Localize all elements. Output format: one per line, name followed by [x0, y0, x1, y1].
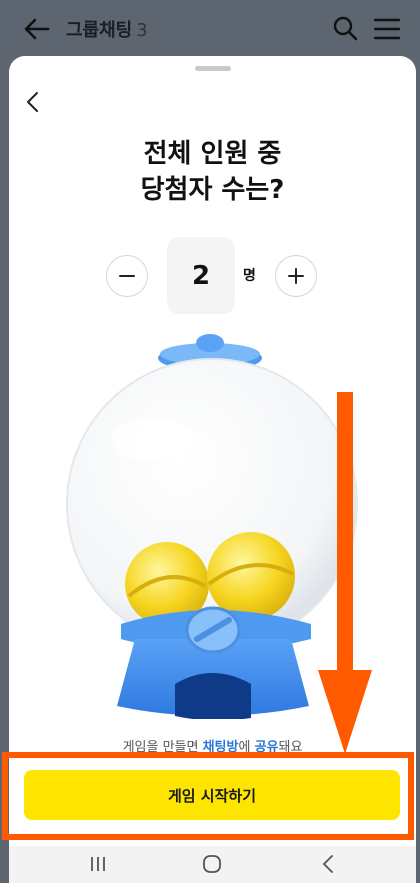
count-unit: 명: [243, 268, 256, 284]
page-title: 전체 인원 중 당첨자 수는?: [9, 136, 416, 208]
increase-button[interactable]: [275, 255, 317, 297]
member-count: 3: [136, 20, 148, 41]
plus-icon: [288, 268, 304, 284]
chevron-left-icon[interactable]: [23, 90, 43, 114]
chat-title: 그룹채팅 3: [66, 16, 148, 42]
minus-icon: [119, 275, 135, 277]
home-icon[interactable]: [202, 854, 222, 874]
app-bar: 그룹채팅 3: [0, 0, 420, 58]
winner-count-value[interactable]: 2: [167, 237, 235, 314]
sheet-drag-handle[interactable]: [195, 66, 231, 71]
hamburger-menu-icon[interactable]: [373, 16, 401, 42]
system-nav-bar: [9, 846, 416, 883]
headline-line-2: 당첨자 수는?: [140, 175, 285, 205]
annotation-arrow-icon: [318, 392, 372, 754]
annotation-highlight-box: [2, 752, 414, 840]
chat-title-text: 그룹채팅: [66, 20, 133, 41]
arrow-left-icon[interactable]: [22, 14, 52, 44]
search-icon[interactable]: [332, 15, 358, 41]
decrease-button[interactable]: [106, 255, 148, 297]
headline-line-1: 전체 인원 중: [143, 139, 282, 169]
recent-apps-icon[interactable]: [89, 855, 107, 873]
nav-back-icon[interactable]: [321, 854, 335, 874]
